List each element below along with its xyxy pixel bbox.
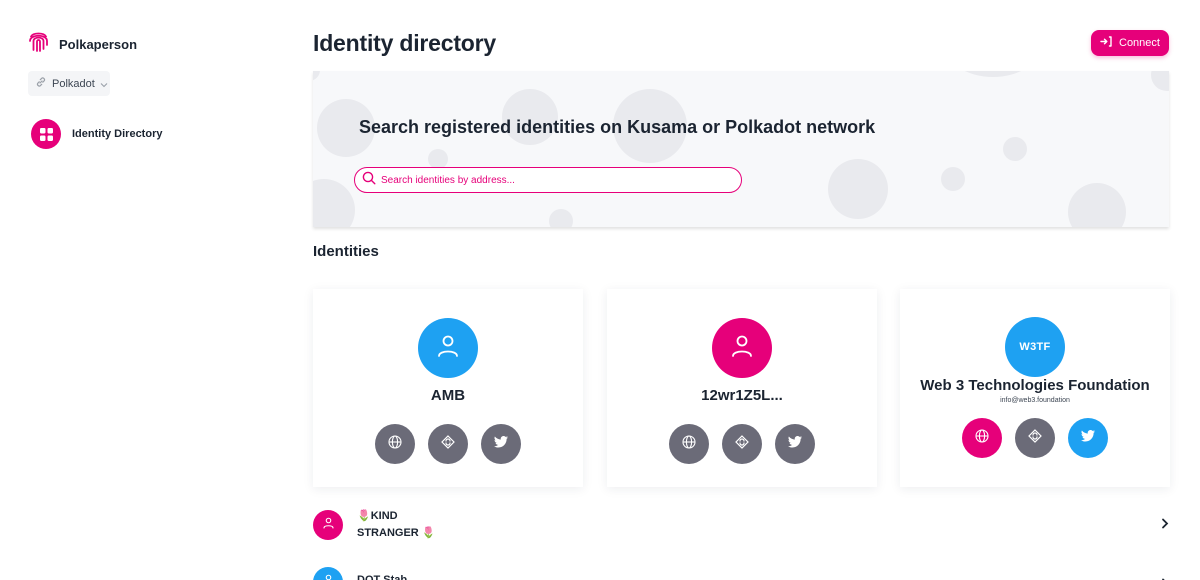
twitter-link-button[interactable]: [481, 424, 521, 464]
social-links: [375, 424, 521, 464]
avatar: [418, 318, 478, 378]
identities-heading: Identities: [313, 243, 379, 260]
avatar: [313, 567, 343, 580]
list-item[interactable]: 🌷KIND STRANGER 🌷: [313, 508, 1169, 542]
chevron-down-icon: [100, 75, 108, 93]
decor-bubble: [313, 179, 355, 227]
social-links: [962, 418, 1108, 458]
twitter-icon: [1081, 429, 1095, 447]
avatar-initials: W3TF: [1019, 341, 1051, 353]
decor-bubble: [549, 209, 573, 227]
person-icon: [322, 516, 334, 534]
chevron-right-icon: [1161, 576, 1169, 580]
decor-bubble: [313, 71, 320, 81]
search-box[interactable]: [354, 167, 742, 193]
identity-card[interactable]: 12wr1Z5L...: [607, 289, 877, 487]
globe-icon: [682, 434, 696, 454]
person-icon: [323, 573, 334, 580]
search-icon: [362, 171, 376, 190]
sync-icon: [441, 434, 455, 454]
riot-link-button[interactable]: [722, 424, 762, 464]
search-input[interactable]: [381, 174, 721, 186]
list-item[interactable]: DOT Stab: [313, 567, 1169, 580]
search-hero: Search registered identities on Kusama o…: [313, 71, 1169, 227]
link-icon: [35, 75, 47, 93]
page-title: Identity directory: [313, 30, 496, 56]
login-icon: [1100, 36, 1112, 50]
sync-icon: [1028, 428, 1042, 448]
identity-card[interactable]: W3TF Web 3 Technologies Foundation info@…: [900, 289, 1170, 487]
search-heading: Search registered identities on Kusama o…: [359, 117, 876, 137]
web-link-button[interactable]: [375, 424, 415, 464]
grid-icon: [31, 119, 61, 149]
sidebar-item-identity-directory[interactable]: Identity Directory: [31, 119, 162, 149]
name-line: STRANGER 🌷: [357, 527, 436, 539]
twitter-icon: [494, 435, 508, 453]
network-label: Polkadot: [52, 77, 95, 90]
name-line: DOT Stab: [357, 574, 408, 580]
decor-bubble: [828, 159, 888, 219]
sidebar: Polkaperson Polkadot Identity Directory: [0, 0, 290, 580]
web-link-button[interactable]: [669, 424, 709, 464]
avatar: [313, 510, 343, 540]
twitter-link-button[interactable]: [1068, 418, 1108, 458]
identity-card[interactable]: AMB: [313, 289, 583, 487]
chevron-right-icon: [1161, 516, 1169, 534]
social-links: [669, 424, 815, 464]
decor-bubble: [428, 149, 448, 169]
app-name: Polkaperson: [59, 36, 138, 52]
twitter-link-button[interactable]: [775, 424, 815, 464]
sidebar-item-label: Identity Directory: [72, 128, 163, 140]
riot-link-button[interactable]: [428, 424, 468, 464]
globe-icon: [975, 428, 989, 448]
decor-bubble: [941, 167, 965, 191]
fingerprint-logo-icon: [28, 30, 49, 58]
identity-name: 12wr1Z5L...: [701, 387, 783, 404]
web-link-button[interactable]: [962, 418, 1002, 458]
connect-label: Connect: [1119, 37, 1160, 49]
identity-name: AMB: [430, 387, 466, 404]
person-icon: [437, 334, 459, 363]
identity-name: Web 3 Technologies Foundation: [920, 377, 1150, 394]
decor-bubble: [1151, 71, 1169, 91]
name-line: 🌷KIND: [357, 510, 398, 522]
brand[interactable]: Polkaperson: [28, 30, 137, 58]
decor-bubble: [943, 71, 1043, 77]
identity-email: info@web3.foundation: [1000, 397, 1070, 404]
decor-bubble: [1068, 183, 1126, 227]
identity-name: 🌷KIND STRANGER 🌷: [357, 508, 435, 542]
identity-name: DOT Stab: [357, 572, 407, 580]
network-select[interactable]: Polkadot: [28, 71, 110, 96]
person-icon: [731, 334, 753, 363]
avatar: [712, 318, 772, 378]
twitter-icon: [788, 435, 802, 453]
riot-link-button[interactable]: [1015, 418, 1055, 458]
avatar: W3TF: [1005, 317, 1065, 377]
globe-icon: [388, 434, 402, 454]
decor-bubble: [1003, 137, 1027, 161]
connect-button[interactable]: Connect: [1091, 30, 1169, 56]
sync-icon: [735, 434, 749, 454]
